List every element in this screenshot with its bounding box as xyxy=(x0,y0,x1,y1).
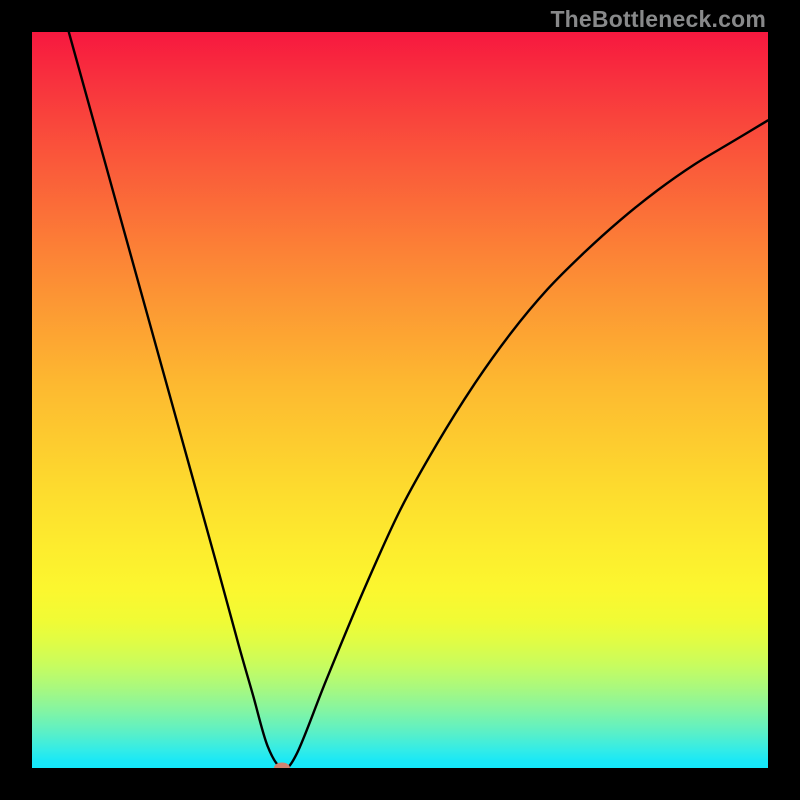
chart-frame: TheBottleneck.com xyxy=(0,0,800,800)
bottleneck-curve xyxy=(32,32,768,768)
watermark-text: TheBottleneck.com xyxy=(550,6,766,33)
minimum-marker xyxy=(274,763,290,769)
plot-area xyxy=(32,32,768,768)
